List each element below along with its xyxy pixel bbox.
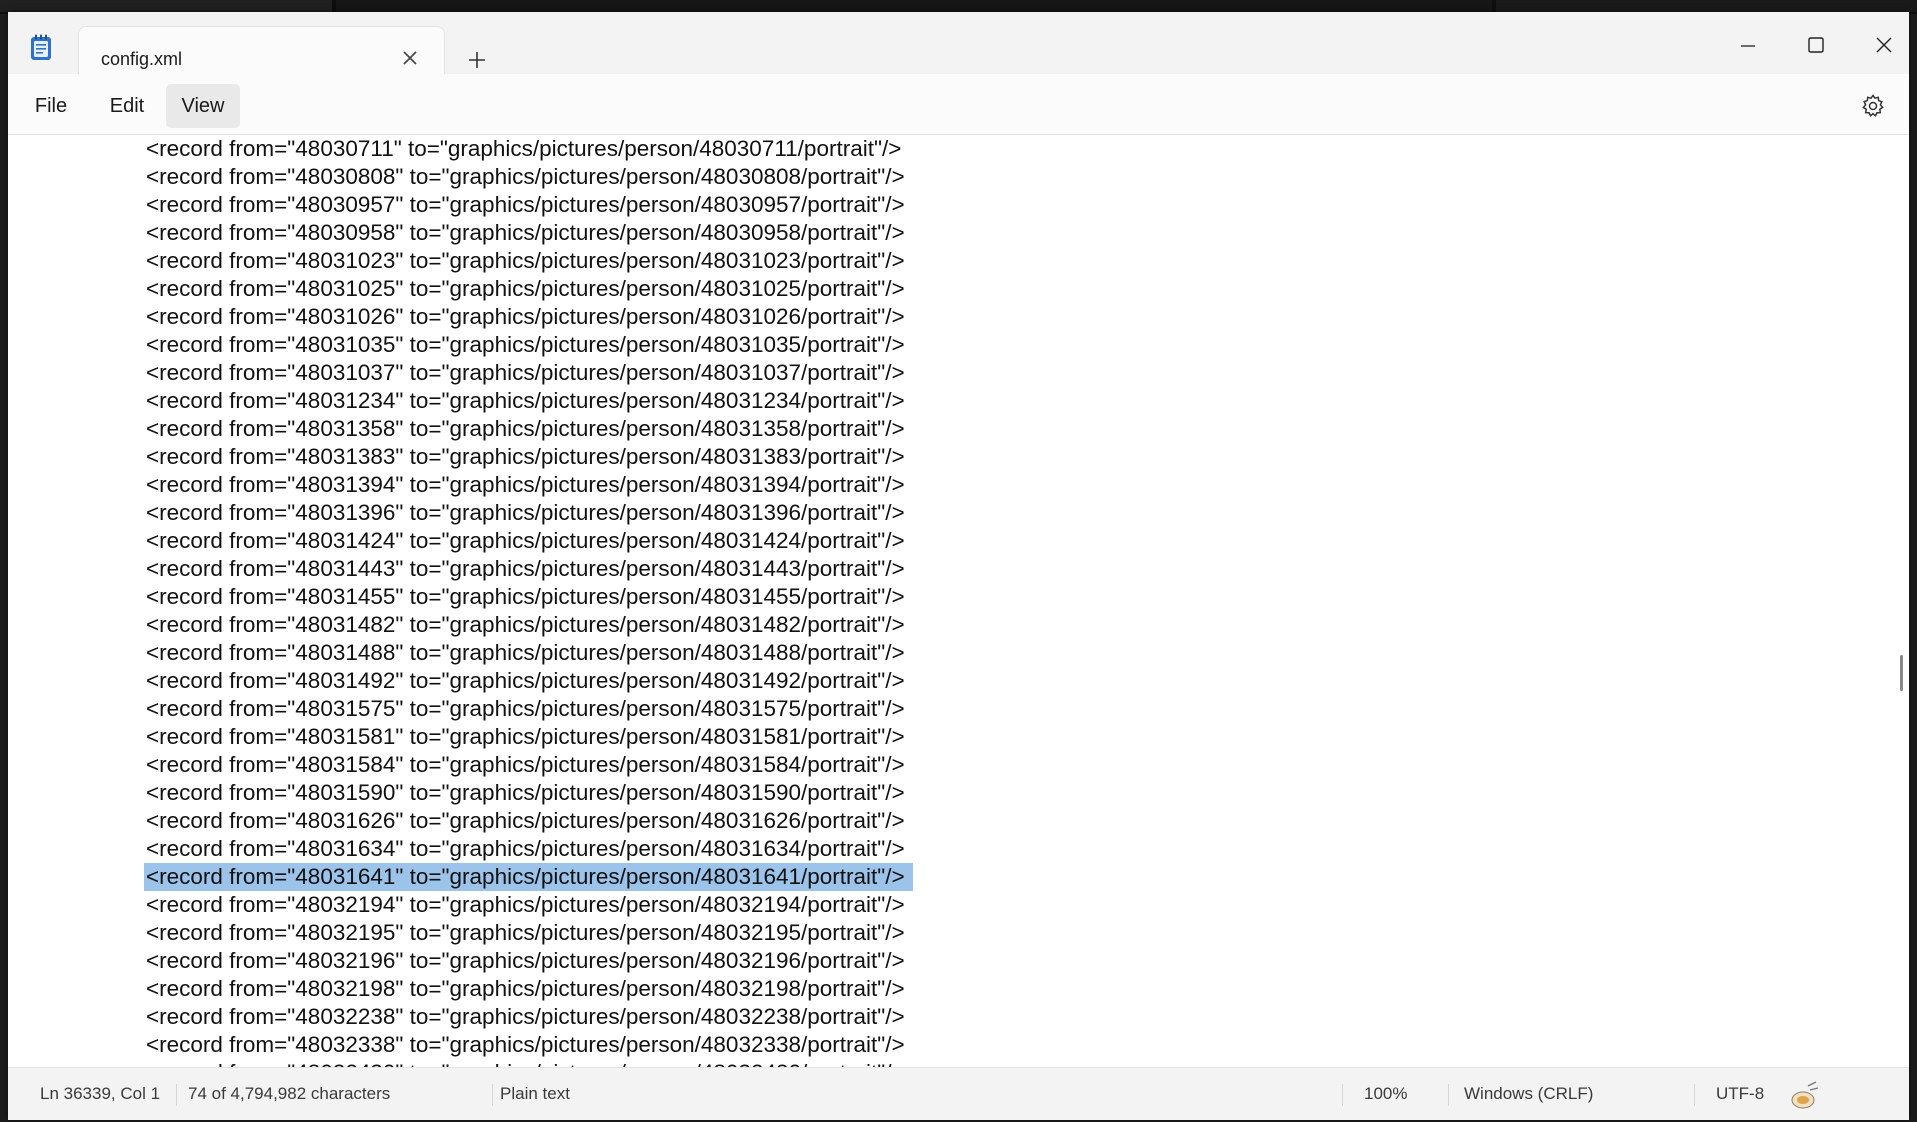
text-line[interactable]: <record from="48031396" to="graphics/pic… [144, 499, 913, 527]
menu-bar: File Edit View [8, 74, 1909, 135]
status-divider [1342, 1084, 1343, 1106]
text-line[interactable]: <record from="48031455" to="graphics/pic… [144, 583, 913, 611]
text-line[interactable]: <record from="48032338" to="graphics/pic… [144, 1031, 913, 1059]
status-line-ending[interactable]: Windows (CRLF) [1464, 1068, 1593, 1120]
menu-view[interactable]: View [166, 84, 240, 128]
text-line[interactable]: <record from="48030957" to="graphics/pic… [144, 191, 913, 219]
tab-title: config.xml [101, 49, 183, 69]
text-line[interactable]: <record from="48031358" to="graphics/pic… [144, 415, 913, 443]
text-line[interactable]: <record from="48030711" to="graphics/pic… [144, 135, 913, 163]
text-line[interactable]: <record from="48031492" to="graphics/pic… [144, 667, 913, 695]
notepad-window: config.xml File Edit View <record from="… [8, 12, 1909, 1120]
title-bar: config.xml [8, 12, 1909, 84]
text-line[interactable]: <record from="48030958" to="graphics/pic… [144, 219, 913, 247]
text-line[interactable]: <record from="48030808" to="graphics/pic… [144, 163, 913, 191]
text-line[interactable]: <record from="48031626" to="graphics/pic… [144, 807, 913, 835]
status-zoom[interactable]: 100% [1364, 1068, 1407, 1120]
text-line[interactable]: <record from="48032194" to="graphics/pic… [144, 891, 913, 919]
plus-icon[interactable] [463, 46, 491, 74]
text-line[interactable]: <record from="48031575" to="graphics/pic… [144, 695, 913, 723]
status-divider [492, 1084, 493, 1106]
minimize-icon[interactable] [1725, 24, 1771, 64]
text-line[interactable]: <record from="48031590" to="graphics/pic… [144, 779, 913, 807]
text-line[interactable]: <record from="48032198" to="graphics/pic… [144, 975, 913, 1003]
text-line[interactable]: <record from="48031482" to="graphics/pic… [144, 611, 913, 639]
text-line[interactable]: <record from="48032238" to="graphics/pic… [144, 1003, 913, 1031]
text-line[interactable]: <record from="48032196" to="graphics/pic… [144, 947, 913, 975]
status-encoding[interactable]: UTF-8 [1716, 1068, 1764, 1120]
text-line[interactable]: <record from="48031584" to="graphics/pic… [144, 751, 913, 779]
text-line[interactable]: <record from="48031026" to="graphics/pic… [144, 303, 913, 331]
status-divider [1448, 1084, 1449, 1106]
menu-edit[interactable]: Edit [94, 84, 160, 128]
text-line[interactable]: <record from="48031037" to="graphics/pic… [144, 359, 913, 387]
text-line[interactable]: <record from="48031025" to="graphics/pic… [144, 275, 913, 303]
text-line[interactable]: <record from="48031383" to="graphics/pic… [144, 443, 913, 471]
editor-lines: <record from="48030711" to="graphics/pic… [144, 135, 913, 1068]
text-line[interactable]: <record from="48031488" to="graphics/pic… [144, 639, 913, 667]
notepad-icon [28, 34, 54, 62]
maximize-icon[interactable] [1793, 24, 1839, 64]
selected-text-line[interactable]: <record from="48031641" to="graphics/pic… [144, 863, 913, 891]
status-divider [1694, 1084, 1695, 1106]
text-line[interactable]: <record from="48031394" to="graphics/pic… [144, 471, 913, 499]
text-line[interactable]: <record from="48031023" to="graphics/pic… [144, 247, 913, 275]
status-file-type: Plain text [500, 1084, 570, 1103]
status-position: Ln 36339, Col 1 [40, 1084, 161, 1103]
text-editor[interactable]: <record from="48030711" to="graphics/pic… [8, 135, 1909, 1068]
text-line[interactable]: <record from="48031581" to="graphics/pic… [144, 723, 913, 751]
text-line[interactable]: <record from="48031234" to="graphics/pic… [144, 387, 913, 415]
vertical-scrollbar[interactable] [1900, 655, 1903, 691]
close-icon[interactable] [397, 45, 423, 71]
menu-file[interactable]: File [20, 84, 82, 128]
status-characters: 74 of 4,794,982 characters [188, 1084, 391, 1103]
status-bar: Ln 36339, Col 1 74 of 4,794,982 characte… [8, 1067, 1909, 1120]
text-line[interactable]: <record from="48031634" to="graphics/pic… [144, 835, 913, 863]
copilot-icon[interactable] [1786, 1080, 1820, 1110]
text-line[interactable]: <record from="48031035" to="graphics/pic… [144, 331, 913, 359]
gear-icon[interactable] [1859, 92, 1887, 120]
close-icon[interactable] [1861, 24, 1907, 64]
text-line[interactable]: <record from="48031424" to="graphics/pic… [144, 527, 913, 555]
status-divider [176, 1084, 177, 1106]
text-line[interactable]: <record from="48031443" to="graphics/pic… [144, 555, 913, 583]
text-line[interactable]: <record from="48032195" to="graphics/pic… [144, 919, 913, 947]
